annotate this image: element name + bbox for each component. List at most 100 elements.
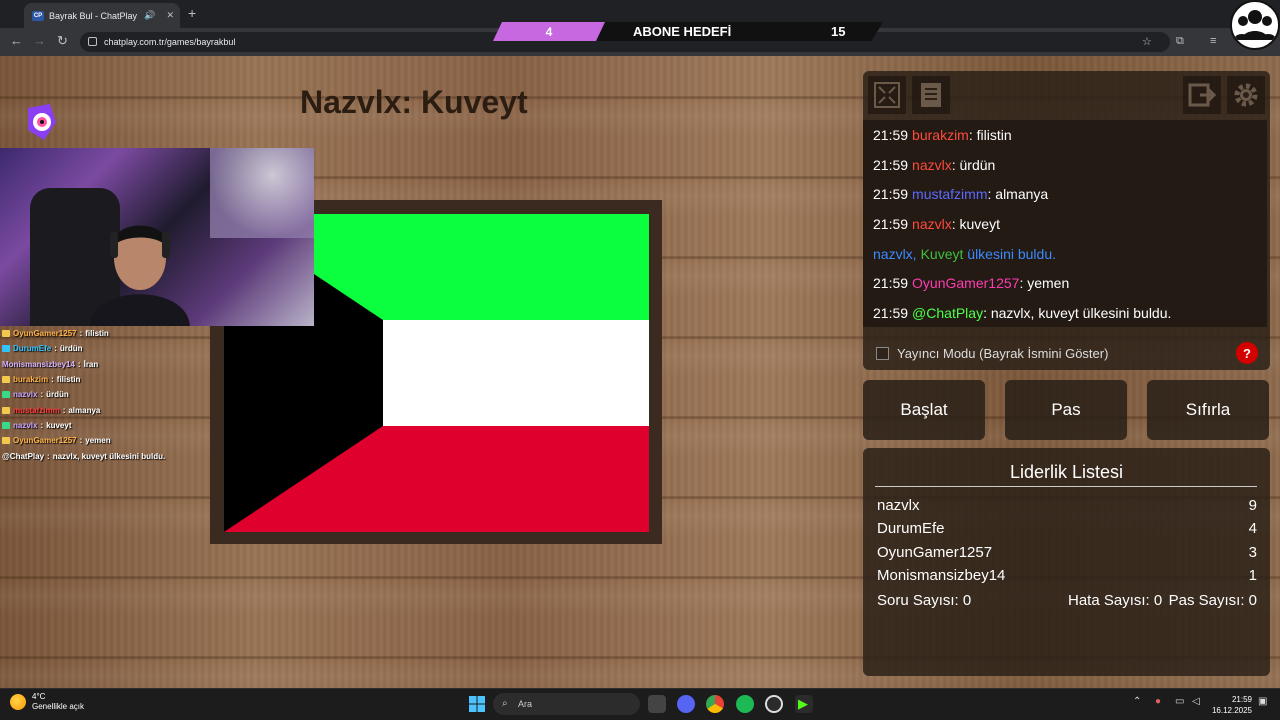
close-tab-icon[interactable]: ✕ <box>166 10 174 21</box>
overlay-chat-message: Monismansizbey14: İran <box>2 357 222 372</box>
overlay-chat-separator: : <box>40 390 44 400</box>
chat-user: nazvlx <box>912 215 952 232</box>
obs-icon[interactable] <box>765 695 783 713</box>
leaderboard-name: OyunGamer1257 <box>877 544 993 561</box>
chat-text: : nazvlx, kuveyt ülkesini buldu. <box>983 304 1172 321</box>
overlay-chat-separator: : <box>79 436 83 446</box>
overlay-chat-user: OyunGamer1257 <box>13 436 77 446</box>
leaderboard-score: 3 <box>1248 544 1257 561</box>
rules-button[interactable] <box>912 76 950 114</box>
gear-icon <box>1234 83 1258 107</box>
chat-time: 21:59 <box>873 156 909 173</box>
search-icon: ⌕ <box>502 698 508 709</box>
reading-list-icon[interactable]: ≡ <box>1210 35 1216 47</box>
chat-country: Kuveyt <box>920 245 964 262</box>
group-users-icon <box>1234 10 1276 40</box>
overlay-chat-text: İran <box>83 359 99 369</box>
leaderboard-row: OyunGamer1257 3 <box>877 544 1257 564</box>
exit-icon <box>1188 83 1216 107</box>
back-icon[interactable]: ← <box>10 34 23 48</box>
overlay-chat-message: burakzim: filistin <box>2 372 222 387</box>
new-tab-button[interactable]: + <box>188 5 196 21</box>
browser-tab[interactable]: CP Bayrak Bul - ChatPlay 🔊 ✕ <box>24 3 180 28</box>
streamer-mode-label: Yayıncı Modu (Bayrak İsmini Göster) <box>897 345 1109 361</box>
extensions-icon[interactable]: ⧉ <box>1176 35 1184 48</box>
chat-badge-icon <box>2 345 10 353</box>
overlay-chat-user: DurumEfe <box>13 344 52 354</box>
chat-message: 21:59 nazvlx: kuveyt <box>863 209 1267 239</box>
chat-text: : yemen <box>1019 275 1070 292</box>
kick-icon[interactable]: ▶ <box>795 695 813 713</box>
windows-start-icon[interactable] <box>469 696 485 712</box>
spotify-icon[interactable] <box>736 695 754 713</box>
chat-message: nazvlx, Kuveyt ülkesini buldu. <box>863 239 1267 269</box>
document-icon <box>921 83 941 107</box>
weather-widget[interactable]: 4°C Genellikle açık <box>10 692 84 712</box>
chat-message: 21:59 burakzim: filistin <box>863 120 1267 150</box>
taskbar-search[interactable]: ⌕ Ara <box>493 693 640 715</box>
chat-badge-icon <box>2 391 10 399</box>
chat-time: 21:59 <box>873 186 909 203</box>
chat-message: 21:59 mustafzimm: almanya <box>863 179 1267 209</box>
site-info-icon[interactable] <box>88 37 97 46</box>
leaderboard-name: DurumEfe <box>877 520 945 537</box>
discord-icon[interactable] <box>677 695 695 713</box>
overlay-chat-text: nazvlx, kuveyt ülkesini buldu. <box>52 451 166 461</box>
help-button[interactable]: ? <box>1236 342 1258 364</box>
chat-text: : almanya <box>987 186 1049 203</box>
forward-icon[interactable]: → <box>33 34 46 48</box>
chrome-icon[interactable] <box>706 695 724 713</box>
overlay-chat-separator: : <box>77 359 81 369</box>
streamer-mode-checkbox[interactable] <box>876 346 889 360</box>
chatplay-favicon: CP <box>32 10 44 21</box>
reset-button[interactable]: Sıfırla <box>1147 380 1269 440</box>
settings-button[interactable] <box>1227 76 1265 114</box>
overlay-chat-text: kuveyt <box>46 420 72 430</box>
start-button[interactable]: Başlat <box>863 380 985 440</box>
channel-avatar <box>1230 0 1280 50</box>
notification-icon[interactable]: ▣ <box>1258 696 1267 707</box>
chat-text: : kuveyt <box>951 215 1000 232</box>
overlay-chat-user: burakzim <box>13 375 49 385</box>
volume-icon[interactable]: ◁ <box>1192 696 1200 707</box>
speaker-icon[interactable]: 🔊 <box>144 10 155 21</box>
webcam-feed <box>0 148 314 326</box>
game-stats: Soru Sayısı: 0 Hata Sayısı: 0 Pas Sayısı… <box>877 592 1257 612</box>
overlay-chat-separator: : <box>51 375 54 385</box>
reload-icon[interactable]: ↻ <box>57 34 68 48</box>
overlay-chat-message: nazvlx: ürdün <box>2 387 222 402</box>
tray-chevron-icon[interactable]: ⌃ <box>1133 696 1141 707</box>
pass-count: Pas Sayısı: 0 <box>1168 592 1257 609</box>
overlay-chat-text: filistin <box>85 329 109 339</box>
chat-user: nazvlx <box>912 156 952 173</box>
overlay-chat-separator: : <box>54 344 57 354</box>
task-view-icon[interactable] <box>648 695 666 713</box>
weather-temp: 4°C <box>32 692 46 701</box>
error-count: Hata Sayısı: 0 <box>1068 592 1163 609</box>
goal-label-box: ABONE HEDEFİ 15 <box>593 22 883 41</box>
fullscreen-button[interactable] <box>868 76 906 114</box>
overlay-chat-message: @ChatPlay: nazvlx, kuveyt ülkesini buldu. <box>2 448 222 463</box>
overlay-chat-message: mustafzimm: almanya <box>2 402 222 417</box>
goal-target: 15 <box>831 24 846 39</box>
bookmark-star-icon[interactable]: ☆ <box>1142 35 1152 48</box>
network-icon[interactable]: ▭ <box>1175 696 1184 707</box>
leaderboard-row: nazvlx 9 <box>877 497 1257 517</box>
chat-user: nazvlx, <box>873 245 917 262</box>
pass-button[interactable]: Pas <box>1005 380 1127 440</box>
streamer-mode-toggle[interactable]: Yayıncı Modu (Bayrak İsmini Göster) <box>876 343 1256 363</box>
microphone-icon[interactable]: ● <box>1155 696 1161 707</box>
exit-button[interactable] <box>1183 76 1221 114</box>
question-title: Nazvlx: Kuveyt <box>300 84 528 120</box>
streamer-logo-icon <box>28 104 56 140</box>
chat-badge-icon <box>2 437 10 445</box>
leaderboard-score: 9 <box>1248 497 1257 514</box>
chat-time: 21:59 <box>873 126 909 143</box>
subscriber-goal-bar: ABONE HEDEFİ 15 4 <box>493 22 883 41</box>
leaderboard-title: Liderlik Listesi <box>1009 462 1124 482</box>
weather-sun-icon <box>10 694 26 710</box>
tab-title: Bayrak Bul - ChatPlay <box>49 10 138 21</box>
fullscreen-icon <box>874 82 900 108</box>
taskbar-clock[interactable]: 21:59 16.12.2025 <box>1200 694 1252 716</box>
overlay-chat-user: OyunGamer1257 <box>13 329 77 339</box>
